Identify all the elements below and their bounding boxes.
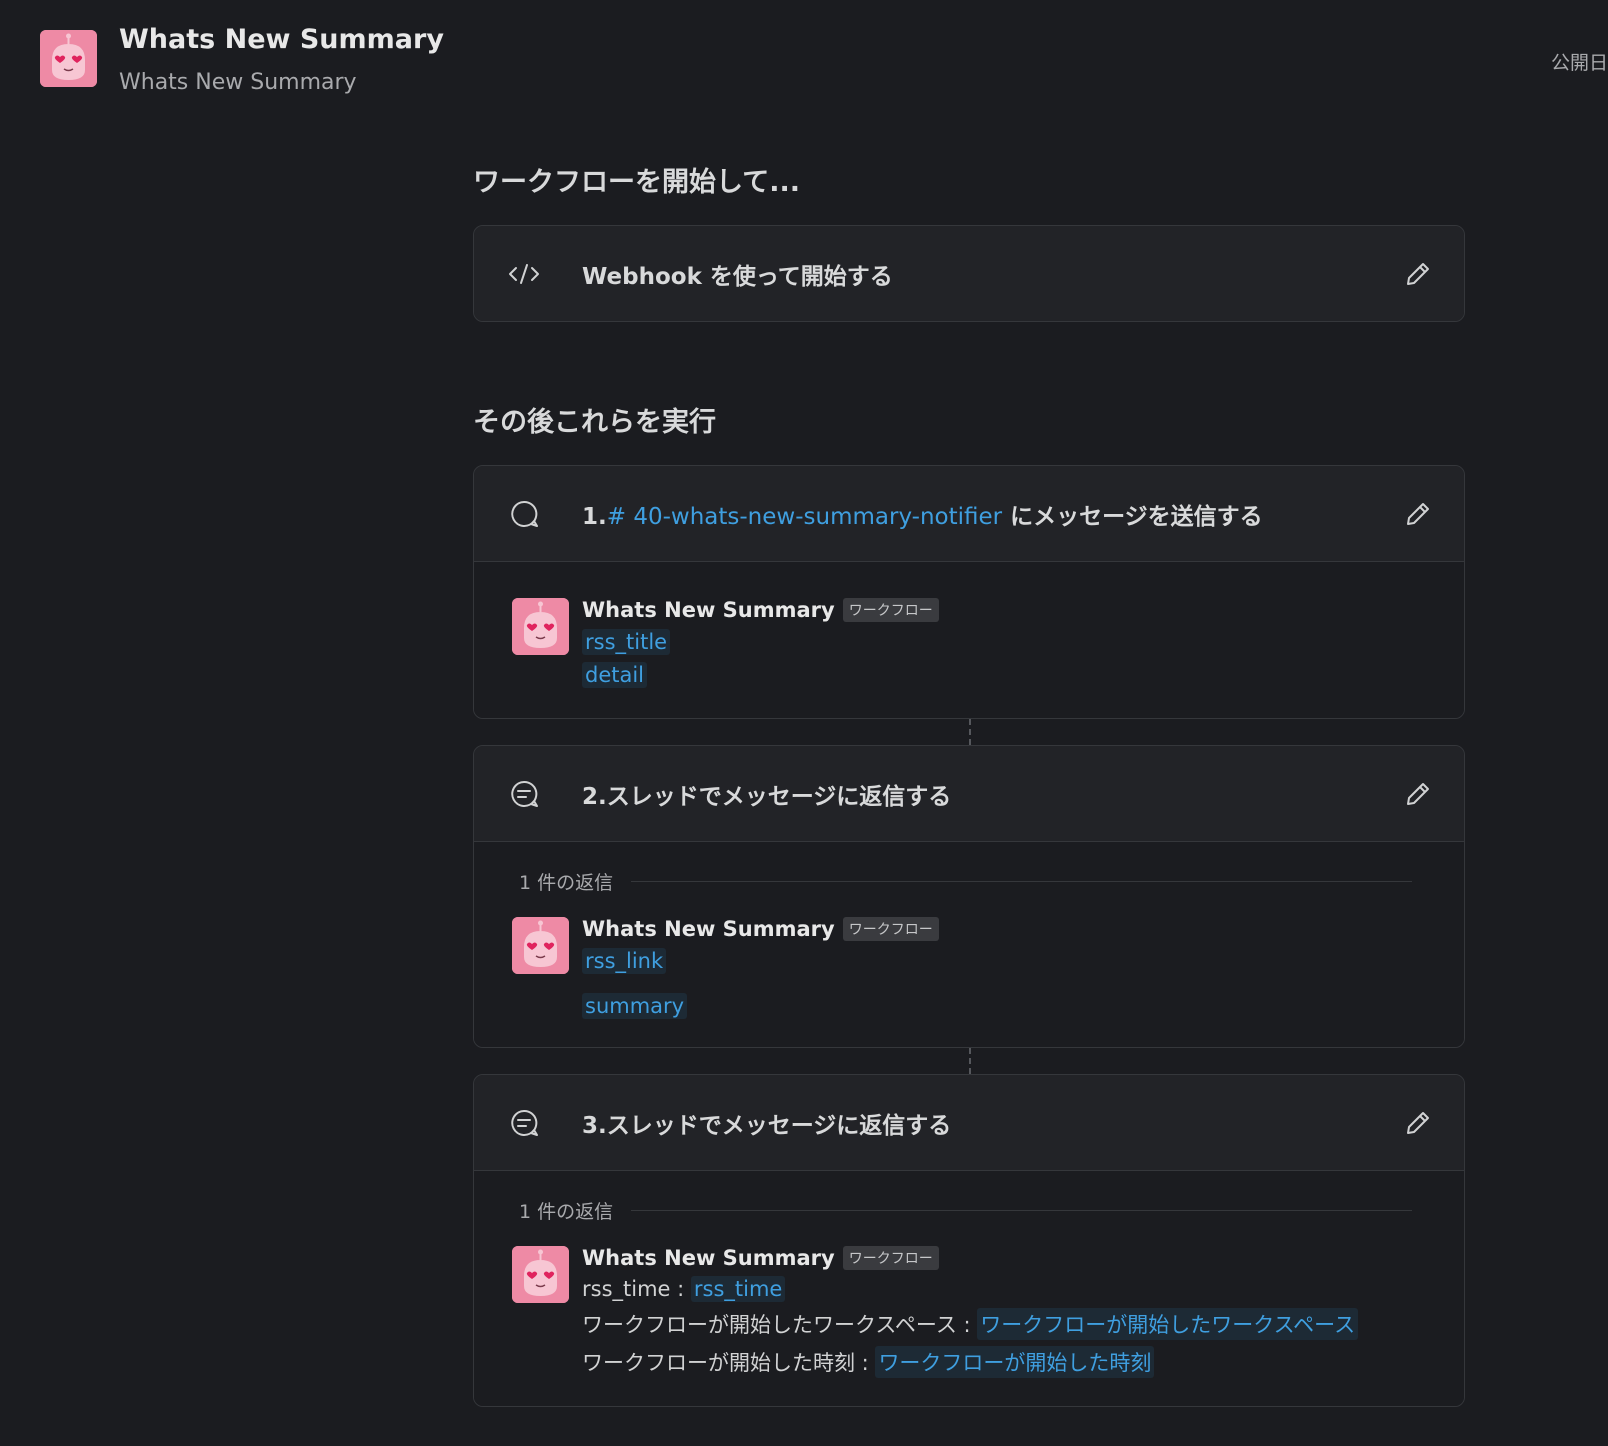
- step-1-number: 1.: [582, 503, 607, 530]
- thread-icon: [506, 776, 542, 812]
- reply-count: 1 件の返信: [519, 1197, 1428, 1224]
- workflow-badge: ワークフロー: [842, 1246, 939, 1270]
- step-connector: [969, 1048, 971, 1074]
- pencil-icon: [1407, 1112, 1429, 1134]
- divider: [631, 881, 1412, 882]
- steps-heading: その後これらを実行: [473, 407, 716, 438]
- line-label: ワークフローが開始した時刻 :: [582, 1351, 876, 1375]
- line-label: ワークフローが開始したワークスペース :: [582, 1313, 978, 1337]
- sender-name: Whats New Summary: [582, 598, 835, 622]
- trigger-card[interactable]: Webhook を使って開始する: [473, 225, 1465, 322]
- step-1-title: 1.# 40-whats-new-summary-notifier にメッセージ…: [582, 497, 1263, 531]
- message-preview: Whats New Summary ワークフロー rss_link summar…: [512, 917, 1428, 1019]
- bot-avatar-icon: [512, 917, 569, 974]
- workflow-main: ワークフローを開始して... Webhook を使って開始する その後これらを実…: [473, 160, 1465, 1407]
- sender-name: Whats New Summary: [582, 917, 835, 941]
- variable-token: rss_time: [690, 1276, 786, 1302]
- variable-token: ワークフローが開始したワークスペース: [977, 1308, 1359, 1340]
- message-preview: Whats New Summary ワークフロー rss_time : rss_…: [512, 1246, 1428, 1378]
- pencil-icon: [1407, 503, 1429, 525]
- app-avatar-icon: [40, 30, 97, 87]
- pencil-icon: [1407, 783, 1429, 805]
- reply-count: 1 件の返信: [519, 868, 1428, 895]
- message-line: rss_time : rss_time: [582, 1276, 1358, 1302]
- trigger-heading: ワークフローを開始して...: [473, 167, 800, 198]
- line-label: rss_time :: [582, 1277, 691, 1301]
- code-icon: [506, 256, 542, 292]
- step-2-title: 2.スレッドでメッセージに返信する: [582, 783, 952, 810]
- channel-link[interactable]: # 40-whats-new-summary-notifier: [607, 504, 1002, 530]
- variable-token: rss_link: [582, 948, 667, 974]
- thread-icon: [506, 1105, 542, 1141]
- trigger-title: Webhook を使って開始する: [582, 263, 893, 290]
- step-1-title-suffix: にメッセージを送信する: [1002, 503, 1263, 530]
- app-title: Whats New Summary: [119, 24, 444, 55]
- workflow-badge: ワークフロー: [842, 917, 939, 941]
- edit-trigger-button[interactable]: [1400, 256, 1436, 292]
- step-3-title: 3.スレッドでメッセージに返信する: [582, 1112, 952, 1139]
- pencil-icon: [1407, 263, 1429, 285]
- step-connector: [969, 719, 971, 745]
- message-line: ワークフローが開始したワークスペース : ワークフローが開始したワークスペース: [582, 1308, 1359, 1340]
- reply-count-label: 1 件の返信: [519, 872, 614, 894]
- sender-name: Whats New Summary: [582, 1246, 835, 1270]
- divider: [631, 1210, 1412, 1211]
- workflow-badge: ワークフロー: [842, 598, 939, 622]
- edit-step-3-button[interactable]: [1400, 1105, 1436, 1141]
- step-2-card[interactable]: 2.スレッドでメッセージに返信する 1 件の返信 Whats New Summa…: [473, 745, 1465, 1048]
- published-date-label: 公開日: [1550, 52, 1608, 74]
- app-subtitle: Whats New Summary: [119, 70, 357, 95]
- message-bubble-icon: [506, 496, 542, 532]
- message-line: ワークフローが開始した時刻 : ワークフローが開始した時刻: [582, 1346, 1358, 1378]
- edit-step-1-button[interactable]: [1400, 496, 1436, 532]
- message-preview: Whats New Summary ワークフロー rss_title detai…: [512, 598, 1428, 688]
- step-3-card[interactable]: 3.スレッドでメッセージに返信する 1 件の返信 Whats New Summa…: [473, 1074, 1465, 1407]
- bot-avatar-icon: [512, 1246, 569, 1303]
- variable-token: summary: [582, 993, 688, 1019]
- bot-avatar-icon: [512, 598, 569, 655]
- variable-token: rss_title: [582, 629, 671, 655]
- app-header: Whats New Summary Whats New Summary: [40, 24, 444, 95]
- variable-token: detail: [582, 662, 648, 688]
- variable-token: ワークフローが開始した時刻: [875, 1346, 1155, 1378]
- step-1-card[interactable]: 1.# 40-whats-new-summary-notifier にメッセージ…: [473, 465, 1465, 719]
- reply-count-label: 1 件の返信: [519, 1201, 614, 1223]
- edit-step-2-button[interactable]: [1400, 776, 1436, 812]
